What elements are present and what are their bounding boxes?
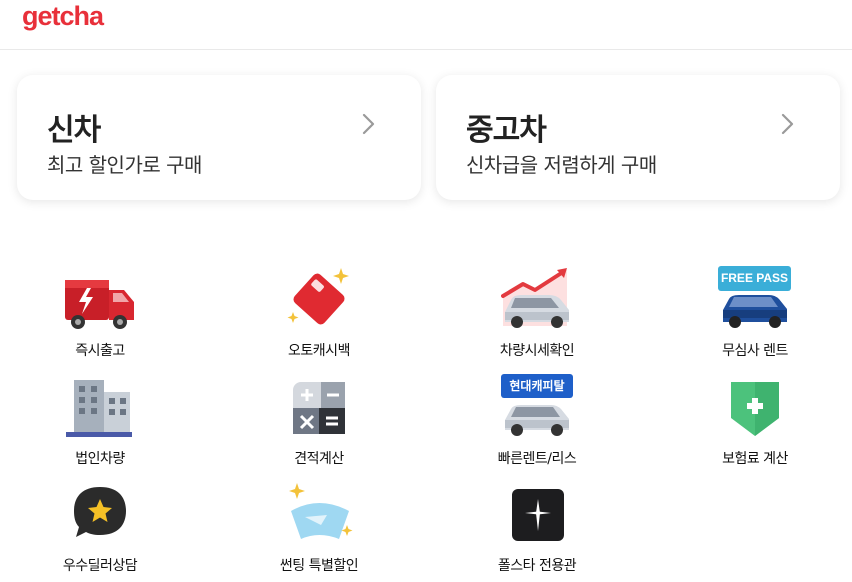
truck-icon: [64, 266, 136, 332]
menu-item-quote-calculation[interactable]: 견적계산: [239, 374, 399, 472]
chevron-right-icon: [355, 111, 381, 137]
building-icon: [64, 374, 136, 440]
menu-item-car-price-check[interactable]: 차량시세확인: [457, 266, 617, 364]
menu-item-corporate-vehicle[interactable]: 법인차량: [20, 374, 180, 472]
card-subtitle: 신차급을 저렴하게 구매: [466, 153, 657, 177]
getcha-logo[interactable]: getcha: [22, 1, 104, 32]
card-title: 신차: [47, 113, 101, 148]
hyundai-capital-badge: 현대캐피탈: [501, 374, 573, 398]
polestar-icon: [501, 481, 573, 547]
windshield-icon: [283, 481, 355, 547]
chat-star-icon: [64, 481, 136, 547]
card-subtitle: 최고 할인가로 구매: [47, 153, 202, 177]
menu-item-label: 무심사 렌트: [722, 343, 788, 359]
menu-item-label: 차량시세확인: [499, 343, 575, 359]
free-pass-badge: FREE PASS: [718, 266, 791, 291]
card-icon: [283, 266, 355, 332]
menu-item-label: 폴스타 전용관: [497, 558, 577, 574]
menu-item-instant-delivery[interactable]: 즉시출고: [20, 266, 180, 364]
calculator-icon: [283, 374, 355, 440]
menu-item-label: 보험료 계산: [722, 451, 788, 467]
menu-item-label: 법인차량: [75, 451, 125, 467]
menu-item-auto-cashback[interactable]: 오토캐시백: [239, 266, 399, 364]
header-bar: getcha: [0, 0, 852, 50]
menu-item-label: 우수딜러상담: [62, 558, 138, 574]
menu-item-tinting-discount[interactable]: 썬팅 특별할인: [239, 481, 399, 579]
menu-item-label: 견적계산: [294, 451, 344, 467]
insurance-shield-icon: [719, 374, 791, 440]
chevron-right-icon: [774, 111, 800, 137]
car-price-chart-icon: [501, 266, 573, 332]
used-car-card[interactable]: 중고차 신차급을 저렴하게 구매: [436, 75, 840, 200]
new-car-card[interactable]: 신차 최고 할인가로 구매: [17, 75, 421, 200]
menu-item-label: 썬팅 특별할인: [279, 558, 359, 574]
menu-item-polestar-store[interactable]: 폴스타 전용관: [457, 481, 617, 579]
card-title: 중고차: [466, 113, 547, 148]
menu-item-quick-rent-lease[interactable]: 현대캐피탈 빠른렌트/리스: [457, 374, 617, 472]
menu-item-label: 즉시출고: [75, 343, 125, 359]
menu-item-no-screening-rent[interactable]: FREE PASS 무심사 렌트: [675, 266, 835, 364]
menu-item-dealer-consult[interactable]: 우수딜러상담: [20, 481, 180, 579]
menu-item-label: 오토캐시백: [288, 343, 350, 359]
menu-item-label: 빠른렌트/리스: [497, 451, 577, 467]
menu-item-insurance-calculation[interactable]: 보험료 계산: [675, 374, 835, 472]
